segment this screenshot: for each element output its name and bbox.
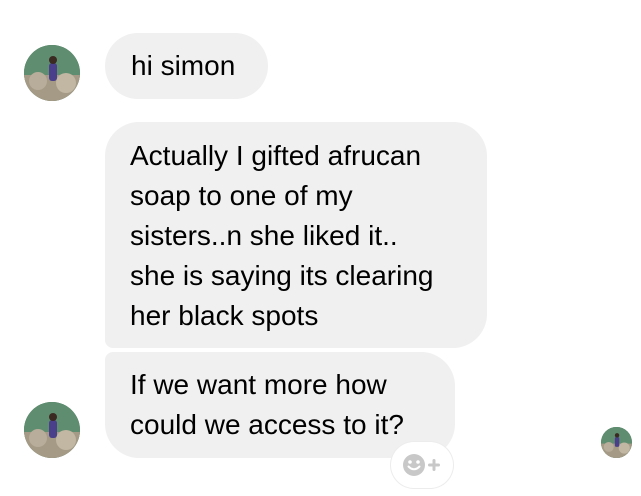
add-reaction-button[interactable] <box>391 442 453 488</box>
message-text: hi simon <box>131 50 236 81</box>
message-bubble[interactable]: If we want more how could we access to i… <box>105 352 455 458</box>
sender-avatar[interactable] <box>24 45 80 101</box>
message-text: If we want more how could we access to i… <box>130 369 404 440</box>
add-reaction-icon <box>403 454 440 476</box>
read-receipt-avatar <box>601 427 632 458</box>
user-avatar-icon <box>24 45 80 101</box>
message-bubble[interactable]: hi simon <box>105 33 268 99</box>
sender-avatar[interactable] <box>24 402 80 458</box>
message-text: Actually I gifted afrucan soap to one of… <box>130 140 434 331</box>
user-avatar-icon <box>24 402 80 458</box>
read-receipt-avatar-icon <box>601 427 632 458</box>
message-bubble[interactable]: Actually I gifted afrucan soap to one of… <box>105 122 487 348</box>
